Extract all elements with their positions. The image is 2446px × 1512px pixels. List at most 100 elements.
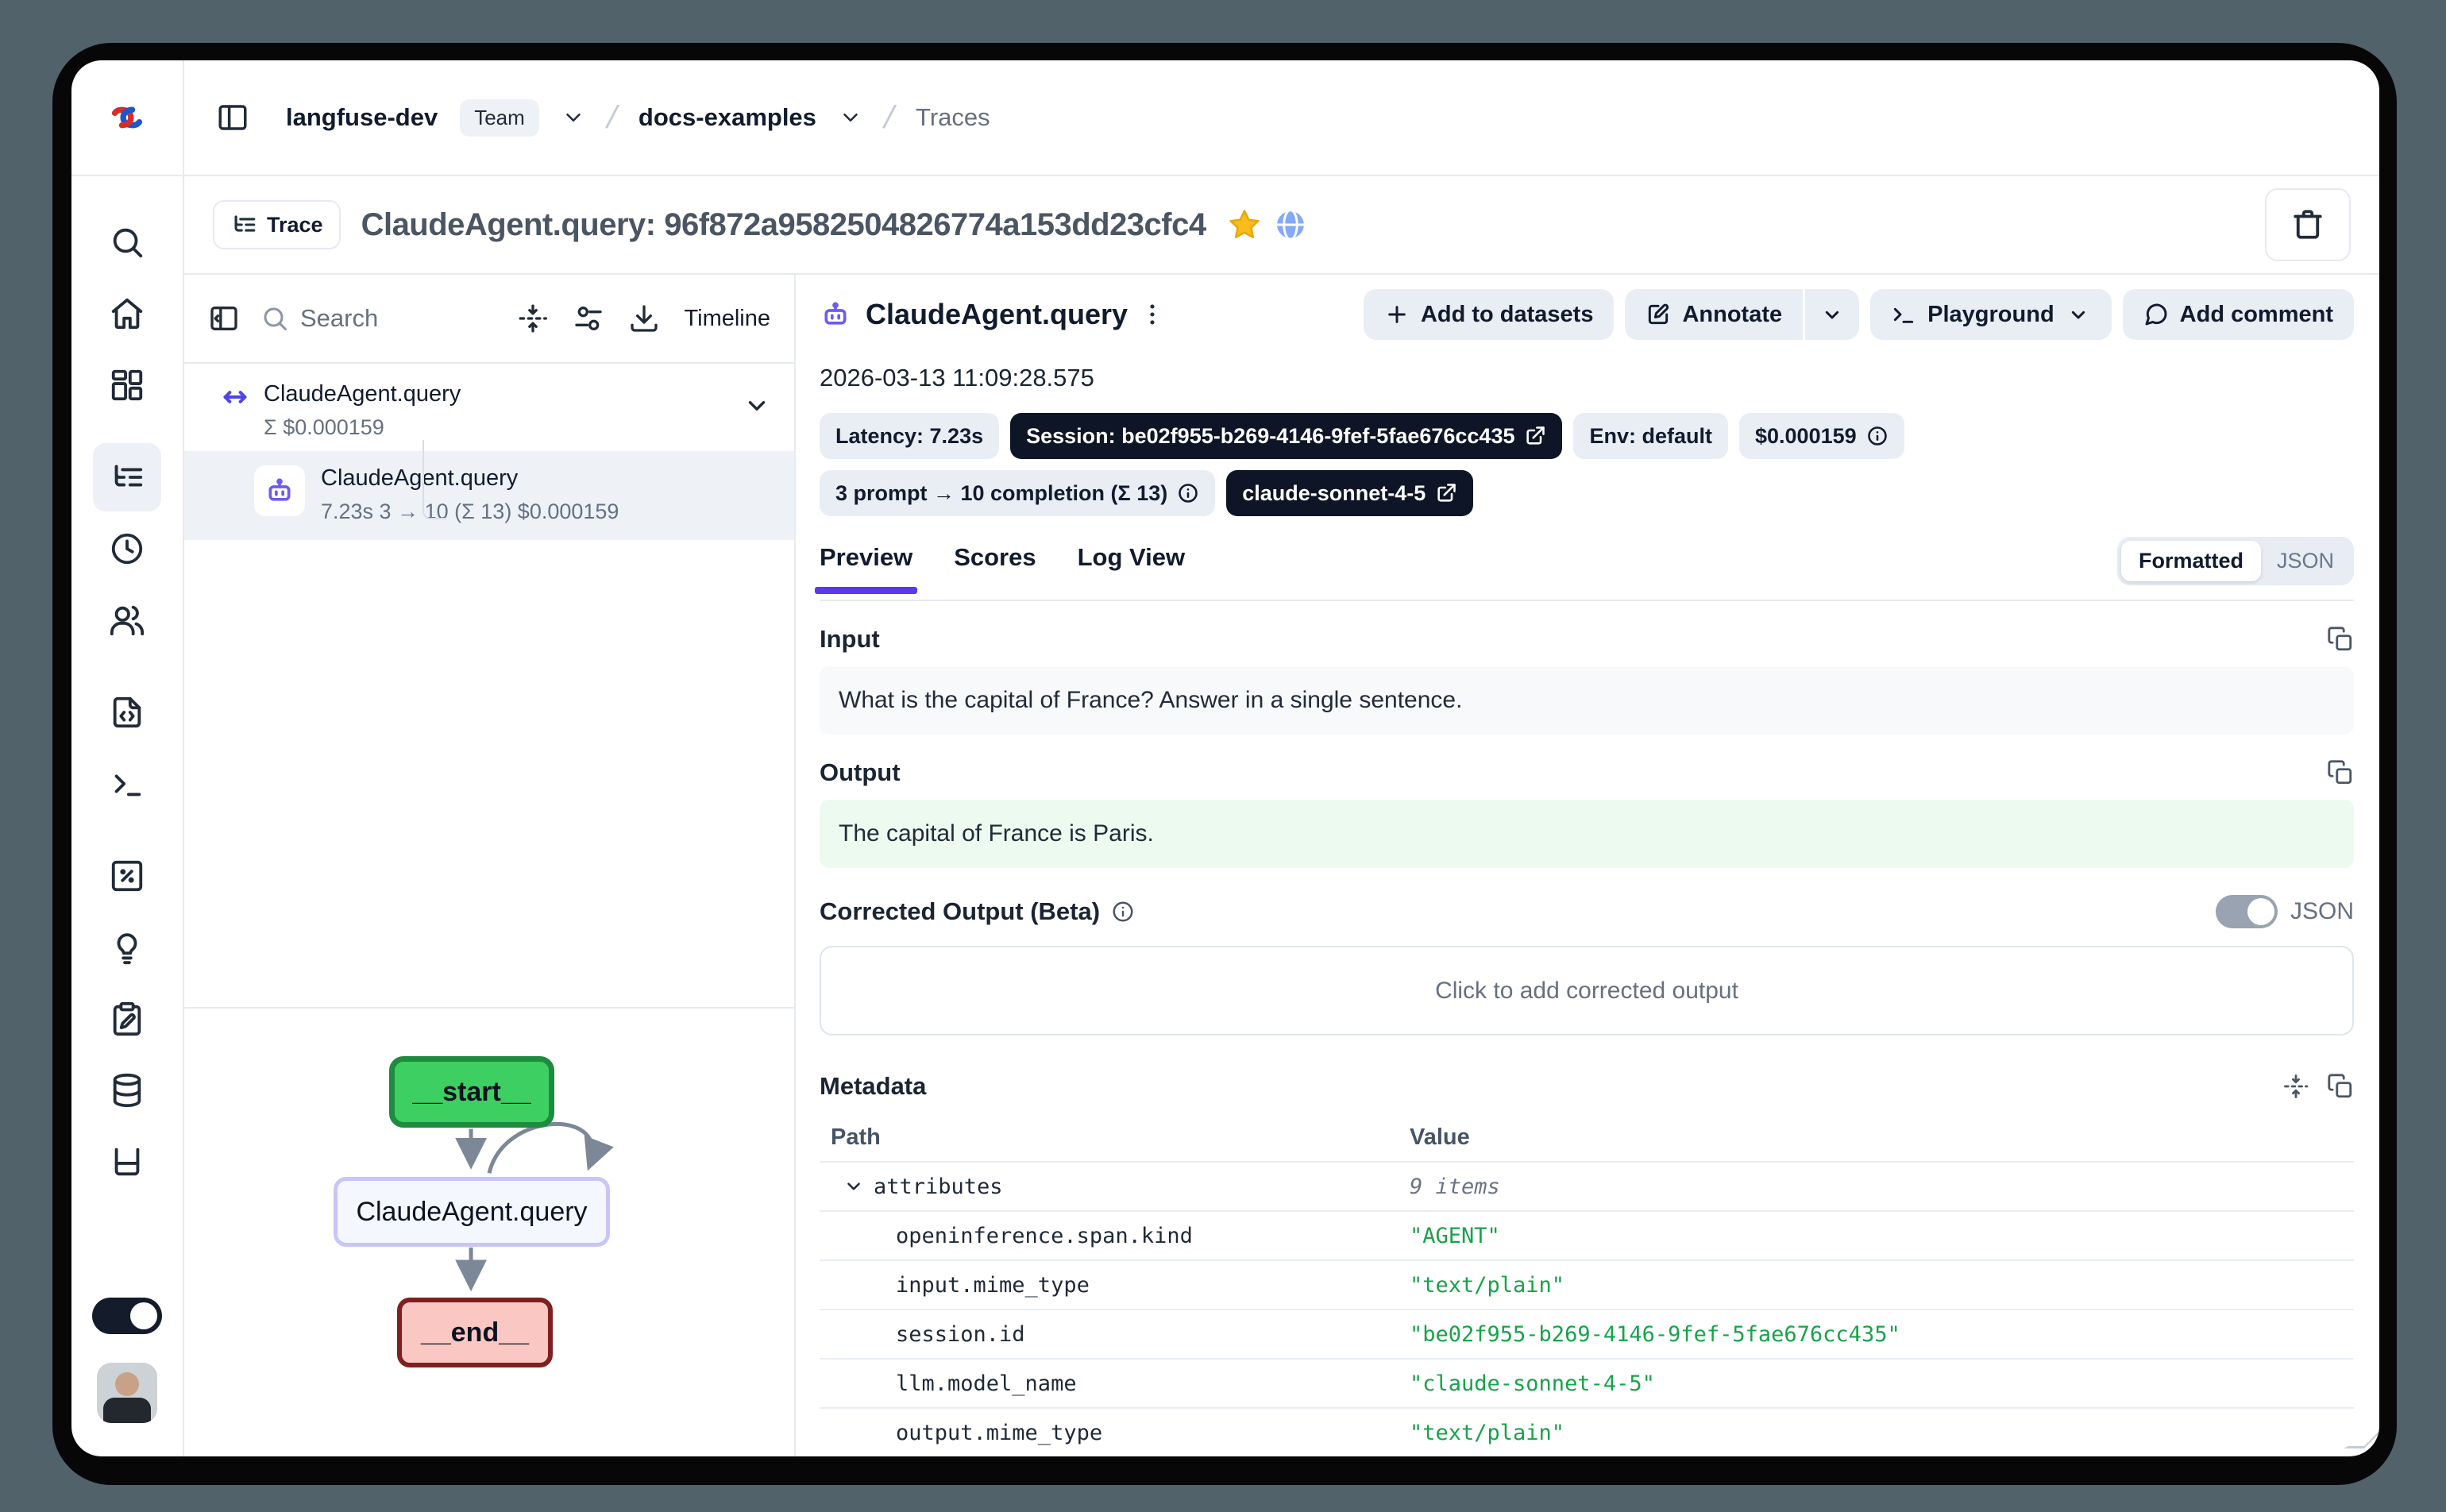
metadata-row: llm.model_name "claude-sonnet-4-5" xyxy=(820,1358,2354,1407)
chevron-down-icon xyxy=(843,1176,864,1197)
knot-logo-icon xyxy=(106,97,148,138)
badge-row: Latency: 7.23s Session: be02f955-b269-41… xyxy=(820,413,2090,516)
collapse-all-icon[interactable] xyxy=(2282,1073,2309,1100)
chevron-down-icon xyxy=(1819,302,1845,327)
trace-title: ClaudeAgent.query: 96f872a9582504826774a… xyxy=(361,207,1206,243)
metadata-row: output.mime_type "text/plain" xyxy=(820,1407,2354,1456)
copy-output-icon[interactable] xyxy=(2327,759,2354,786)
insights-lightbulb-icon[interactable] xyxy=(93,913,161,982)
tree-search xyxy=(260,304,493,333)
public-globe-icon[interactable] xyxy=(1273,207,1308,242)
graph-node-end[interactable]: __end__ xyxy=(397,1298,553,1367)
dark-mode-toggle[interactable] xyxy=(92,1298,162,1334)
detail-header: ClaudeAgent.query Add to datasets xyxy=(820,289,2354,340)
env-badge: Env: default xyxy=(1573,413,1728,459)
trace-node-cost: Σ $0.000159 xyxy=(264,415,461,440)
latency-badge: Latency: 7.23s xyxy=(820,413,999,459)
collapse-all-icon[interactable] xyxy=(517,303,549,334)
top-navbar: langfuse-dev Team / docs-examples / Trac… xyxy=(184,60,2379,176)
metadata-table: Path Value attributes 9 items openinfere… xyxy=(820,1113,2354,1456)
model-badge[interactable]: claude-sonnet-4-5 xyxy=(1226,470,1473,516)
formatted-option[interactable]: Formatted xyxy=(2121,541,2261,581)
tab-preview[interactable]: Preview xyxy=(820,543,912,594)
display-settings-icon[interactable] xyxy=(573,303,604,334)
corrected-json-toggle[interactable] xyxy=(2216,895,2278,928)
copy-input-icon[interactable] xyxy=(2327,626,2354,653)
trace-tree-panel: Timeline ClaudeAgent.query Σ $0.000159 xyxy=(184,275,796,1456)
collapse-panel-icon[interactable] xyxy=(208,303,240,334)
add-to-datasets-button[interactable]: Add to datasets xyxy=(1364,289,1615,340)
traces-icon[interactable] xyxy=(93,443,161,511)
chevron-down-icon xyxy=(2066,302,2091,327)
output-content: The capital of France is Paris. xyxy=(820,800,2354,868)
format-segmented-control: Formatted JSON xyxy=(2117,537,2354,585)
graph-node-start[interactable]: __start__ xyxy=(389,1056,554,1128)
desktop-background: langfuse-dev Team / docs-examples / Trac… xyxy=(0,0,2446,1512)
annotate-split-button: Annotate xyxy=(1625,289,1859,340)
more-options-icon[interactable] xyxy=(1139,301,1166,328)
project-chevron-down-icon[interactable] xyxy=(839,106,862,129)
sidebar-toggle-icon[interactable] xyxy=(216,101,249,134)
search-nav-icon[interactable] xyxy=(93,208,161,276)
metadata-label: Metadata xyxy=(820,1072,926,1101)
agent-graph: __start__ ClaudeAgent.query __end__ xyxy=(184,1007,794,1456)
corrected-json-label: JSON xyxy=(2290,898,2354,925)
annotation-clipboard-icon[interactable] xyxy=(93,985,161,1053)
breadcrumb-project[interactable]: docs-examples xyxy=(639,103,816,132)
breadcrumb-section[interactable]: Traces xyxy=(916,103,990,132)
team-badge: Team xyxy=(460,99,539,137)
dashboard-icon[interactable] xyxy=(93,351,161,419)
output-label: Output xyxy=(820,758,901,787)
tree-guide-line xyxy=(422,440,446,519)
datasets-database-icon[interactable] xyxy=(93,1056,161,1124)
app-logo[interactable] xyxy=(71,60,183,176)
list-tree-icon xyxy=(230,211,257,238)
org-chevron-down-icon[interactable] xyxy=(561,106,585,129)
prompts-file-icon[interactable] xyxy=(93,678,161,746)
metadata-row: session.id "be02f955-b269-4146-9fef-5fae… xyxy=(820,1309,2354,1358)
corrected-output-label: Corrected Output (Beta) xyxy=(820,897,1100,926)
json-option[interactable]: JSON xyxy=(2261,541,2350,581)
timeline-toggle-label[interactable]: Timeline xyxy=(684,306,770,332)
session-badge[interactable]: Session: be02f955-b269-4146-9fef-5fae676… xyxy=(1010,413,1562,459)
external-link-icon xyxy=(1524,425,1546,447)
search-input[interactable] xyxy=(300,304,467,333)
add-comment-button[interactable]: Add comment xyxy=(2123,289,2354,340)
agent-robot-icon xyxy=(254,465,305,516)
evaluators-icon[interactable] xyxy=(93,842,161,910)
users-icon[interactable] xyxy=(93,586,161,654)
bookmark-star-icon[interactable] xyxy=(1227,207,1262,242)
search-icon xyxy=(260,304,289,333)
tab-log-view[interactable]: Log View xyxy=(1078,543,1186,594)
observation-title: ClaudeAgent.query xyxy=(321,465,619,492)
info-icon xyxy=(1866,425,1889,447)
token-usage-badge[interactable]: 3 prompt → 10 completion (Σ 13) xyxy=(820,470,1215,516)
metadata-row-group[interactable]: attributes 9 items xyxy=(820,1161,2354,1210)
copy-metadata-icon[interactable] xyxy=(2327,1073,2354,1100)
storage-container-icon[interactable] xyxy=(93,1128,161,1196)
info-icon[interactable] xyxy=(1111,900,1135,924)
tab-scores[interactable]: Scores xyxy=(954,543,1036,594)
delete-trace-button[interactable] xyxy=(2265,188,2351,261)
graph-node-agent[interactable]: ClaudeAgent.query xyxy=(334,1177,610,1247)
playground-terminal-icon[interactable] xyxy=(93,750,161,818)
corrected-output-placeholder[interactable]: Click to add corrected output xyxy=(820,946,2354,1036)
external-link-icon xyxy=(1435,482,1457,504)
edit-pen-icon xyxy=(1645,302,1671,327)
tree-row-observation-selected[interactable]: ClaudeAgent.query 7.23s 3 → 10 (Σ 13) $0… xyxy=(184,451,794,540)
playground-button[interactable]: Playground xyxy=(1870,289,2112,340)
sessions-clock-icon[interactable] xyxy=(93,515,161,583)
collapse-chevron-down-icon[interactable] xyxy=(743,392,770,419)
metadata-row: openinference.span.kind "AGENT" xyxy=(820,1210,2354,1259)
tree-row-trace[interactable]: ClaudeAgent.query Σ $0.000159 xyxy=(184,364,794,451)
annotate-dropdown-button[interactable] xyxy=(1805,289,1859,340)
observation-tree: ClaudeAgent.query Σ $0.000159 xyxy=(184,364,794,540)
download-icon[interactable] xyxy=(628,303,660,334)
annotate-button[interactable]: Annotate xyxy=(1625,289,1803,340)
cost-badge[interactable]: $0.000159 xyxy=(1739,413,1904,459)
user-avatar[interactable] xyxy=(97,1363,157,1423)
home-icon[interactable] xyxy=(93,280,161,348)
path-column-header: Path xyxy=(820,1124,1410,1151)
agent-robot-icon xyxy=(820,299,851,330)
org-name[interactable]: langfuse-dev xyxy=(286,103,438,132)
